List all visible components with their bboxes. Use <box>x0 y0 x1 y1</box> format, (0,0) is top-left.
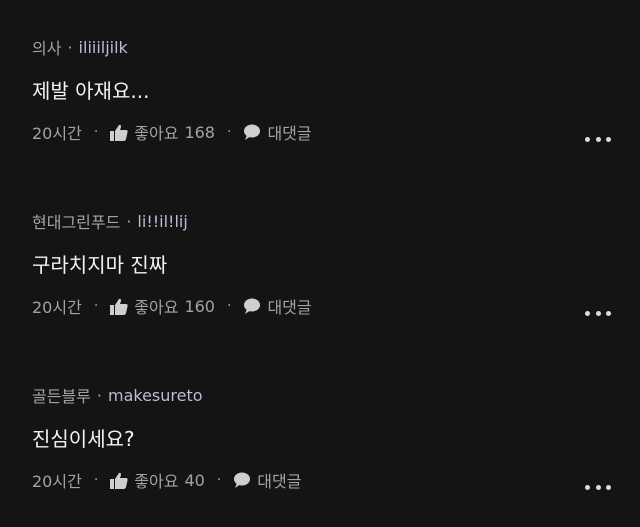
reply-button[interactable]: 대댓글 <box>243 294 312 318</box>
like-button[interactable]: 좋아요 168 <box>110 120 215 144</box>
more-options-icon <box>606 310 611 316</box>
comment-text: 구라치지마 진짜 <box>32 253 168 277</box>
more-options-button[interactable] <box>585 132 611 146</box>
comment-handle[interactable]: li!!il!lij <box>137 212 187 231</box>
reply-label: 대댓글 <box>267 124 312 143</box>
action-separator: · <box>216 472 222 488</box>
comment-item: 골든블루 · makesureto 진심이세요? 20시간 · 좋아요 40 ·… <box>0 348 640 518</box>
comment-author[interactable]: 의사 <box>32 35 61 59</box>
like-button[interactable]: 좋아요 40 <box>110 468 205 492</box>
action-separator: · <box>93 472 99 488</box>
comment-time: 20시간 <box>32 472 82 491</box>
more-options-button[interactable] <box>585 306 611 320</box>
comment-meta: 골든블루 · makesureto <box>32 383 203 407</box>
comment-meta: 의사 · iliiiljilk <box>32 35 128 59</box>
like-count: 168 <box>184 122 215 142</box>
comment-text: 제발 아재요... <box>32 79 150 103</box>
meta-separator: · <box>96 385 102 405</box>
comment-time: 20시간 <box>32 124 82 143</box>
comment-meta: 현대그린푸드 · li!!il!lij <box>32 209 188 233</box>
more-options-icon <box>606 136 611 142</box>
speech-bubble-icon <box>243 298 261 315</box>
comment-actions: 20시간 · 좋아요 168 · 대댓글 <box>32 120 312 144</box>
more-options-icon <box>606 484 611 490</box>
comment-list: 의사 · iliiiljilk 제발 아재요... 20시간 · 좋아요 168… <box>0 0 640 527</box>
comment-handle[interactable]: iliiiljilk <box>79 38 128 57</box>
more-options-icon <box>595 484 601 490</box>
thumbs-up-icon <box>110 124 128 141</box>
action-separator: · <box>93 298 99 314</box>
speech-bubble-icon <box>233 472 251 489</box>
more-options-button[interactable] <box>585 480 611 494</box>
comment-author[interactable]: 골든블루 <box>32 383 91 407</box>
comment-author[interactable]: 현대그린푸드 <box>32 209 120 233</box>
more-options-icon <box>585 310 590 316</box>
speech-bubble-icon <box>243 124 261 141</box>
like-count: 40 <box>184 470 205 490</box>
reply-button[interactable]: 대댓글 <box>233 468 301 492</box>
comment-handle[interactable]: makesureto <box>108 386 203 405</box>
like-label: 좋아요 <box>134 472 179 491</box>
meta-separator: · <box>126 211 132 231</box>
like-count: 160 <box>184 296 215 316</box>
more-options-icon <box>595 310 601 316</box>
reply-button[interactable]: 대댓글 <box>243 120 312 144</box>
like-label: 좋아요 <box>134 124 179 143</box>
thumbs-up-icon <box>110 472 128 489</box>
comment-time: 20시간 <box>32 298 82 317</box>
reply-label: 대댓글 <box>267 298 312 317</box>
comment-item: 현대그린푸드 · li!!il!lij 구라치지마 진짜 20시간 · 좋아요 … <box>0 174 640 344</box>
comment-item: 의사 · iliiiljilk 제발 아재요... 20시간 · 좋아요 168… <box>0 0 640 170</box>
more-options-icon <box>595 136 601 142</box>
thumbs-up-icon <box>110 298 128 315</box>
action-separator: · <box>226 124 232 140</box>
like-button[interactable]: 좋아요 160 <box>110 294 215 318</box>
comment-actions: 20시간 · 좋아요 160 · 대댓글 <box>32 294 312 318</box>
reply-label: 대댓글 <box>257 472 302 491</box>
comment-actions: 20시간 · 좋아요 40 · 대댓글 <box>32 468 301 492</box>
more-options-icon <box>585 484 590 490</box>
comment-text: 진심이세요? <box>32 427 135 451</box>
action-separator: · <box>226 298 232 314</box>
action-separator: · <box>93 124 99 140</box>
like-label: 좋아요 <box>134 298 179 317</box>
more-options-icon <box>585 136 590 142</box>
meta-separator: · <box>67 37 73 57</box>
